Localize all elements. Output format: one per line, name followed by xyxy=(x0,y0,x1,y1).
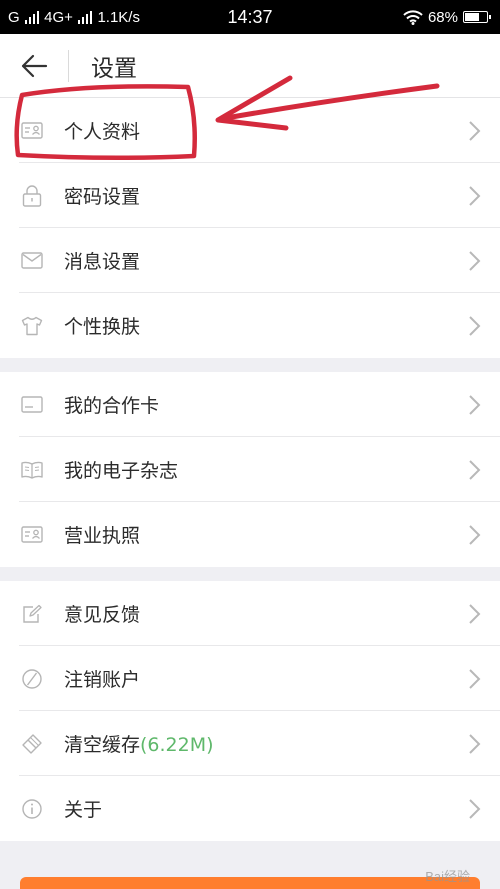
settings-group-other: 意见反馈 注销账户 清空缓存(6.22M) 关于 xyxy=(0,581,500,841)
info-icon xyxy=(19,796,45,822)
arrow-left-icon xyxy=(21,54,48,77)
battery-fill xyxy=(465,13,480,21)
cache-size: (6.22M) xyxy=(140,734,214,756)
setting-row-feedback[interactable]: 意见反馈 xyxy=(0,581,500,646)
watermark: Bai经验 xyxy=(425,869,470,884)
license-card-icon xyxy=(19,522,45,548)
chevron-right-icon xyxy=(469,524,481,545)
clear-cache-label: 清空缓存 xyxy=(64,734,141,756)
status-bar: G 4G+ 1.1K/s 14:37 68% xyxy=(0,0,500,34)
setting-label: 消息设置 xyxy=(64,251,141,273)
setting-label: 我的合作卡 xyxy=(64,395,160,417)
chevron-right-icon xyxy=(469,120,481,141)
chevron-right-icon xyxy=(469,185,481,206)
setting-row-magazine[interactable]: 我的电子杂志 xyxy=(0,437,500,502)
setting-label: 营业执照 xyxy=(64,525,141,547)
chevron-right-icon xyxy=(469,250,481,271)
setting-row-clear-cache[interactable]: 清空缓存(6.22M) xyxy=(0,711,500,776)
carrier-label: G xyxy=(8,8,20,26)
bottom-action-button[interactable] xyxy=(20,877,480,889)
settings-screen: G 4G+ 1.1K/s 14:37 68% 设置 个人资料 密码设置 消息设置… xyxy=(0,0,500,889)
wifi-icon xyxy=(403,9,423,25)
chevron-right-icon xyxy=(469,603,481,624)
setting-label: 密码设置 xyxy=(64,186,141,208)
setting-row-about[interactable]: 关于 xyxy=(0,776,500,841)
setting-row-messages[interactable]: 消息设置 xyxy=(0,228,500,293)
setting-label: 个人资料 xyxy=(64,121,141,143)
signal-icon xyxy=(24,10,40,24)
card-icon xyxy=(19,392,45,418)
signal-icon-2 xyxy=(77,10,93,24)
chevron-right-icon xyxy=(469,459,481,480)
shirt-icon xyxy=(19,313,45,339)
setting-row-license[interactable]: 营业执照 xyxy=(0,502,500,567)
setting-row-deactivate[interactable]: 注销账户 xyxy=(0,646,500,711)
eraser-icon xyxy=(19,731,45,757)
chevron-right-icon xyxy=(469,798,481,819)
setting-label: 注销账户 xyxy=(64,669,141,691)
header-divider xyxy=(68,49,69,82)
battery-icon xyxy=(463,11,491,23)
setting-row-skin[interactable]: 个性换肤 xyxy=(0,293,500,358)
setting-label: 个性换肤 xyxy=(64,316,141,338)
battery-percent: 68% xyxy=(427,8,458,26)
chevron-right-icon xyxy=(469,733,481,754)
profile-card-icon xyxy=(19,118,45,144)
chevron-right-icon xyxy=(469,394,481,415)
setting-row-password[interactable]: 密码设置 xyxy=(0,163,500,228)
setting-label: 清空缓存(6.22M) xyxy=(64,730,214,757)
envelope-icon xyxy=(19,248,45,274)
edit-icon xyxy=(19,601,45,627)
lock-icon xyxy=(19,183,45,209)
network-label: 4G+ xyxy=(44,8,73,26)
setting-label: 我的电子杂志 xyxy=(64,460,179,482)
back-button[interactable] xyxy=(0,34,68,98)
page-title: 设置 xyxy=(91,55,137,82)
section-gap xyxy=(0,567,500,581)
settings-group-business: 我的合作卡 我的电子杂志 营业执照 xyxy=(0,372,500,567)
section-gap xyxy=(0,358,500,372)
chevron-right-icon xyxy=(469,315,481,336)
prohibit-icon xyxy=(19,666,45,692)
header: 设置 xyxy=(0,34,500,98)
setting-row-profile[interactable]: 个人资料 xyxy=(0,98,500,163)
setting-label: 意见反馈 xyxy=(64,604,141,626)
status-left: G 4G+ 1.1K/s xyxy=(8,9,140,26)
settings-group-account: 个人资料 密码设置 消息设置 个性换肤 xyxy=(0,98,500,358)
status-right: 68% xyxy=(403,8,491,26)
setting-row-partner-card[interactable]: 我的合作卡 xyxy=(0,372,500,437)
setting-label: 关于 xyxy=(64,799,103,821)
chevron-right-icon xyxy=(469,668,481,689)
book-icon xyxy=(19,457,45,483)
network-speed: 1.1K/s xyxy=(97,8,140,26)
